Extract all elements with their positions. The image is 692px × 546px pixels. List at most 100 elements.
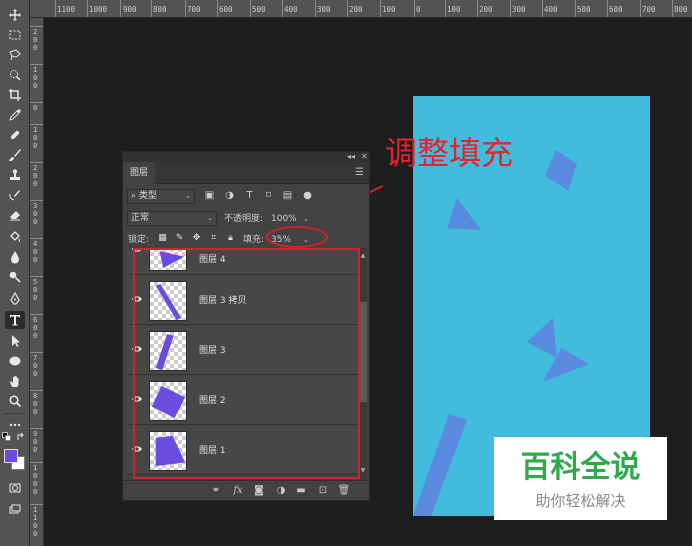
layer-thumbnail <box>149 381 187 421</box>
ruler-tick: 600 <box>609 5 623 14</box>
layer-row-3-copy[interactable]: 图层 3 拷贝 <box>127 276 359 325</box>
type-tool-icon[interactable] <box>5 311 25 329</box>
filter-toggle-icon[interactable]: ● <box>301 190 314 202</box>
lock-transparency-icon[interactable]: ▦ <box>157 233 168 244</box>
close-panel-icon[interactable]: ✕ <box>361 152 368 162</box>
layer-row-1[interactable]: 图层 1 <box>127 426 359 475</box>
swap-colors-icon[interactable] <box>16 432 26 442</box>
ruler-tick: 7 0 0 <box>33 354 38 378</box>
tab-layers[interactable]: 图层 <box>123 162 155 184</box>
ruler-tick: 0 <box>33 104 38 112</box>
foreground-color-swatch[interactable] <box>4 449 18 463</box>
ruler-tick: 100 <box>447 5 461 14</box>
new-group-icon[interactable]: ▬ <box>294 484 308 497</box>
filter-shape-icon[interactable]: ⌑ <box>262 190 275 202</box>
watermark-title: 百科全说 <box>520 450 641 485</box>
panel-title-bar[interactable]: ◂◂ ✕ <box>123 152 369 162</box>
opacity-label: 不透明度: <box>224 214 264 224</box>
paint-bucket-tool-icon[interactable] <box>5 228 25 246</box>
ruler-tick: 400 <box>544 5 558 14</box>
marquee-tool-icon[interactable] <box>5 26 25 44</box>
dodge-tool-icon[interactable] <box>5 268 25 286</box>
eye-icon[interactable] <box>131 394 143 404</box>
eyedropper-tool-icon[interactable] <box>5 106 25 124</box>
filter-kind-select[interactable]: ⌕ 类型 ⌄ <box>127 189 195 204</box>
layer-row-2[interactable]: 图层 2 <box>127 376 359 425</box>
eye-icon[interactable] <box>131 248 143 254</box>
layer-style-fx-icon[interactable]: fx <box>231 484 245 497</box>
pen-tool-icon[interactable] <box>5 290 25 308</box>
layer-row-4[interactable]: 图层 4 <box>127 248 359 275</box>
lock-fill-row: 锁定: ▦ ✎ ✥ ⌗ 🔒︎ 填充: 35% ⌄ <box>123 230 369 250</box>
ruler-tick: 1 0 0 <box>33 126 38 150</box>
lasso-tool-icon[interactable] <box>5 46 25 64</box>
shape-layer-2 <box>447 198 481 230</box>
eye-icon[interactable] <box>131 444 143 454</box>
ellipse-tool-icon[interactable] <box>5 352 25 370</box>
eraser-tool-icon[interactable] <box>5 206 25 224</box>
delete-layer-icon[interactable]: 🗑︎ <box>337 484 351 497</box>
filter-adjustment-icon[interactable]: ◑ <box>223 190 236 202</box>
layers-panel-footer: ⚭ fx ◙ ◑ ▬ ⊡ 🗑︎ <box>123 480 369 500</box>
screen-mode-icon[interactable] <box>5 500 25 518</box>
shape-layer-4 <box>545 150 577 190</box>
filter-kind-value: 类型 <box>138 191 157 201</box>
ruler-tick: 200 <box>479 5 493 14</box>
layer-row-3[interactable]: 图层 3 <box>127 326 359 375</box>
fill-value[interactable]: 35% <box>271 233 291 247</box>
quick-select-tool-icon[interactable] <box>5 66 25 84</box>
ruler-tick: 6 0 0 <box>33 316 38 340</box>
quick-mask-icon[interactable] <box>5 479 25 497</box>
lock-artboard-icon[interactable]: ⌗ <box>208 233 219 244</box>
layer-thumbnail <box>149 431 187 471</box>
blur-tool-icon[interactable] <box>5 248 25 266</box>
blend-opacity-row: 正常 ⌄ 不透明度: 100% ⌄ <box>123 209 369 229</box>
ruler-tick: 700 <box>642 5 656 14</box>
new-adjustment-layer-icon[interactable]: ◑ <box>274 484 288 497</box>
opacity-value[interactable]: 100% <box>271 212 297 226</box>
layers-scrollbar-thumb[interactable] <box>359 302 367 402</box>
new-layer-icon[interactable]: ⊡ <box>316 484 330 497</box>
move-tool-icon[interactable] <box>5 6 25 24</box>
lock-pixels-icon[interactable]: ✎ <box>174 233 185 244</box>
shape-layer-1 <box>413 414 467 516</box>
panel-tab-bar: 图层 ☰ <box>123 162 369 184</box>
search-icon: ⌕ <box>131 191 137 201</box>
lock-all-icon[interactable]: 🔒︎ <box>225 233 236 244</box>
filter-pixel-icon[interactable]: ▣ <box>203 190 216 202</box>
ruler-tick: 800 <box>674 5 688 14</box>
blend-mode-select[interactable]: 正常 ⌄ <box>127 211 217 226</box>
default-colors-icon[interactable] <box>2 432 12 442</box>
scroll-down-icon[interactable]: ▼ <box>359 467 367 474</box>
hand-tool-icon[interactable] <box>5 372 25 390</box>
filter-type-icon[interactable]: T <box>243 190 256 202</box>
ruler-tick: 600 <box>219 5 233 14</box>
ruler-tick: 4 0 0 <box>33 240 38 264</box>
eye-icon[interactable] <box>131 344 143 354</box>
tools-toolbar <box>0 0 30 546</box>
clone-stamp-tool-icon[interactable] <box>5 166 25 184</box>
brush-tool-icon[interactable] <box>5 146 25 164</box>
layers-panel: ◂◂ ✕ 图层 ☰ ⌕ 类型 ⌄ ▣ ◑ T ⌑ ▤ ● 正常 ⌄ 不透明度: … <box>122 151 370 501</box>
history-brush-tool-icon[interactable] <box>5 186 25 204</box>
panel-menu-icon[interactable]: ☰ <box>355 167 364 178</box>
filter-smart-object-icon[interactable]: ▤ <box>281 190 294 202</box>
chevron-down-icon[interactable]: ⌄ <box>303 233 309 247</box>
ruler-tick: 8 0 0 <box>33 392 38 416</box>
zoom-tool-icon[interactable] <box>5 392 25 410</box>
add-mask-icon[interactable]: ◙ <box>252 484 266 497</box>
lock-position-icon[interactable]: ✥ <box>191 233 202 244</box>
layer-thumbnail <box>149 281 187 321</box>
path-selection-tool-icon[interactable] <box>5 332 25 350</box>
healing-brush-tool-icon[interactable] <box>5 126 25 144</box>
link-layers-icon[interactable]: ⚭ <box>209 484 223 497</box>
collapse-panel-icon[interactable]: ◂◂ <box>347 152 355 162</box>
ruler-tick: 0 <box>416 5 421 14</box>
chevron-down-icon[interactable]: ⌄ <box>303 212 309 226</box>
eye-icon[interactable] <box>131 294 143 304</box>
blend-mode-value: 正常 <box>131 213 150 223</box>
ruler-tick: 1 1 0 0 <box>33 506 38 538</box>
ruler-tick: 3 0 0 <box>33 202 38 226</box>
scroll-up-icon[interactable]: ▲ <box>359 252 367 259</box>
crop-tool-icon[interactable] <box>5 86 25 104</box>
